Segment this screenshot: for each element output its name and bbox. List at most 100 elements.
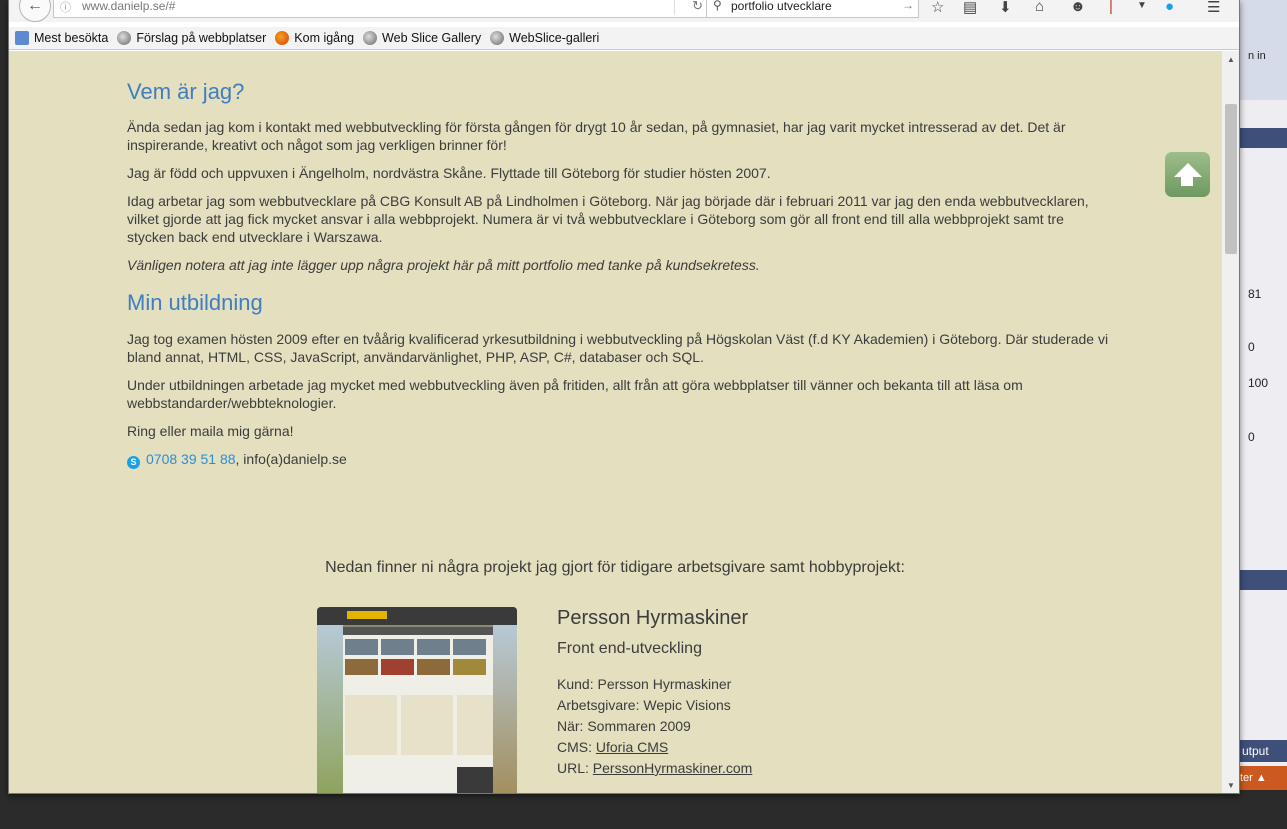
thumbnail-image: [453, 659, 486, 675]
skype-icon[interactable]: ●: [1165, 0, 1174, 15]
info-icon[interactable]: ⓘ: [60, 0, 71, 15]
bookmark-web-slice-gallery[interactable]: Web Slice Gallery: [363, 31, 481, 45]
bookmark-label: WebSlice-galleri: [509, 31, 600, 45]
education-heading: Min utbildning: [127, 290, 263, 315]
contact-prompt: Ring eller maila mig gärna!: [127, 423, 294, 439]
project-url-link[interactable]: PerssonHyrmaskiner.com: [593, 760, 753, 776]
address-bar[interactable]: ⓘ www.danielp.se/# ↻: [53, 0, 708, 18]
bookmark-suggested-sites[interactable]: Förslag på webbplatser: [117, 31, 266, 45]
about-paragraph-3: Idag arbetar jag som webbutvecklare på C…: [127, 193, 1089, 245]
value-2: 0: [1248, 340, 1255, 354]
bookmark-webslice-galleri[interactable]: WebSlice-galleri: [490, 31, 599, 45]
reading-list-icon[interactable]: ▤: [963, 0, 977, 16]
globe-icon: [117, 31, 132, 45]
project-employer: Arbetsgivare: Wepic Visions: [557, 697, 731, 713]
search-bar[interactable]: ⚲ portfolio utvecklare →: [706, 0, 919, 18]
project-role: Front end-utveckling: [557, 640, 702, 657]
value-4: 0: [1248, 430, 1255, 444]
thumbnail-background: [317, 625, 343, 793]
scroll-to-top-button[interactable]: [1165, 152, 1210, 197]
cms-link[interactable]: Uforia CMS: [596, 739, 668, 755]
field-value: Sommaren 2009: [587, 718, 691, 734]
thumbnail-logo: [347, 611, 387, 619]
project-cms: CMS: Uforia CMS: [557, 739, 668, 755]
dropdown-chevron-icon[interactable]: ▼: [1137, 0, 1147, 11]
thumbnail-footer-box: [457, 767, 493, 793]
background-app-window: n in 81 0 100 0 utput ter ▲: [1240, 0, 1287, 829]
about-note: Vänligen notera att jag inte lägger upp …: [127, 257, 760, 273]
skype-icon: S: [127, 456, 140, 469]
scrollbar-thumb[interactable]: [1225, 104, 1237, 254]
thumbnail-image: [417, 659, 450, 675]
thumbnail-image: [381, 659, 414, 675]
back-arrow-icon: ←: [27, 0, 43, 14]
thumbnail-box: [457, 695, 493, 755]
field-value: Wepic Visions: [643, 697, 731, 713]
value-3: 100: [1248, 376, 1269, 390]
project-thumbnail[interactable]: [317, 607, 517, 793]
email-text: , info(a)danielp.se: [235, 451, 347, 467]
thumbnail-box: [401, 695, 453, 755]
thumbnail-image: [345, 639, 378, 655]
phone-link[interactable]: 0708 39 51 88: [146, 451, 236, 467]
bookmark-label: Kom igång: [294, 31, 355, 45]
field-label: URL:: [557, 760, 593, 776]
thumbnail-image: [345, 659, 378, 675]
education-paragraph-2: Under utbildningen arbetade jag mycket m…: [127, 377, 1023, 411]
project-url: URL: PerssonHyrmaskiner.com: [557, 760, 752, 776]
field-label: CMS:: [557, 739, 596, 755]
projects-intro: Nedan finner ni några projekt jag gjort …: [325, 559, 905, 576]
navigation-toolbar: ← ⓘ www.danielp.se/# ↻ ⚲ portfolio utvec…: [9, 0, 1239, 22]
bookmark-label: Web Slice Gallery: [382, 31, 482, 45]
home-icon[interactable]: ⌂: [1035, 0, 1044, 15]
firefox-icon: [275, 31, 290, 45]
filter-tab[interactable]: ter ▲: [1240, 766, 1287, 790]
thumbnail-image: [417, 639, 450, 655]
bookmark-label: Förslag på webbplatser: [136, 31, 267, 45]
bookmark-icon: [15, 31, 29, 45]
about-paragraph-1: Ända sedan jag kom i kontakt med webbutv…: [127, 119, 1066, 153]
thumbnail-nav: [343, 627, 493, 635]
scroll-up-icon[interactable]: ▲: [1227, 55, 1235, 64]
search-query[interactable]: portfolio utvecklare: [731, 0, 832, 13]
taskbar-area: [1240, 790, 1287, 829]
search-icon: ⚲: [713, 0, 722, 12]
emoji-icon[interactable]: ☻: [1070, 0, 1086, 15]
field-label: Arbetsgivare:: [557, 697, 644, 713]
globe-icon: [490, 31, 505, 45]
field-value: Persson Hyrmaskiner: [597, 676, 732, 692]
output-tab[interactable]: utput: [1240, 740, 1287, 762]
field-label: Kund:: [557, 676, 598, 692]
addon-icon[interactable]: |: [1109, 0, 1113, 15]
menu-icon[interactable]: ☰: [1207, 0, 1220, 16]
reload-icon[interactable]: ↻: [692, 0, 703, 14]
globe-icon: [363, 31, 378, 45]
divider: [674, 0, 675, 15]
project-when: När: Sommaren 2009: [557, 718, 691, 734]
sign-in-text[interactable]: n in: [1248, 50, 1266, 62]
star-bookmark-icon[interactable]: ☆: [931, 0, 944, 16]
bookmark-most-visited[interactable]: Mest besökta: [15, 31, 108, 45]
url-text[interactable]: www.danielp.se/#: [82, 0, 175, 13]
panel-header: [1240, 128, 1287, 148]
bookmarks-toolbar: Mest besökta Förslag på webbplatser Kom …: [9, 27, 1239, 50]
education-paragraph-1: Jag tog examen hösten 2009 efter en tvåå…: [127, 331, 1109, 365]
field-label: När:: [557, 718, 588, 734]
panel-header-2: [1240, 570, 1287, 590]
value-1: 81: [1248, 287, 1262, 301]
scroll-down-icon[interactable]: ▼: [1227, 781, 1235, 790]
search-go-icon[interactable]: →: [902, 0, 914, 12]
thumbnail-image: [453, 639, 486, 655]
about-heading: Vem är jag?: [127, 79, 245, 104]
thumbnail-box: [345, 695, 397, 755]
up-arrow-stem: [1181, 175, 1193, 186]
back-button[interactable]: ←: [19, 0, 51, 22]
page-scrollbar[interactable]: ▲ ▼: [1221, 51, 1239, 793]
thumbnail-background: [493, 625, 517, 793]
bookmark-getting-started[interactable]: Kom igång: [275, 31, 354, 45]
downloads-icon[interactable]: ⬇: [999, 0, 1012, 16]
project-client: Kund: Persson Hyrmaskiner: [557, 676, 731, 692]
about-paragraph-2: Jag är född och uppvuxen i Ängelholm, no…: [127, 165, 771, 181]
contact-line: S 0708 39 51 88, info(a)danielp.se: [127, 450, 1112, 469]
bookmark-label: Mest besökta: [34, 31, 109, 45]
